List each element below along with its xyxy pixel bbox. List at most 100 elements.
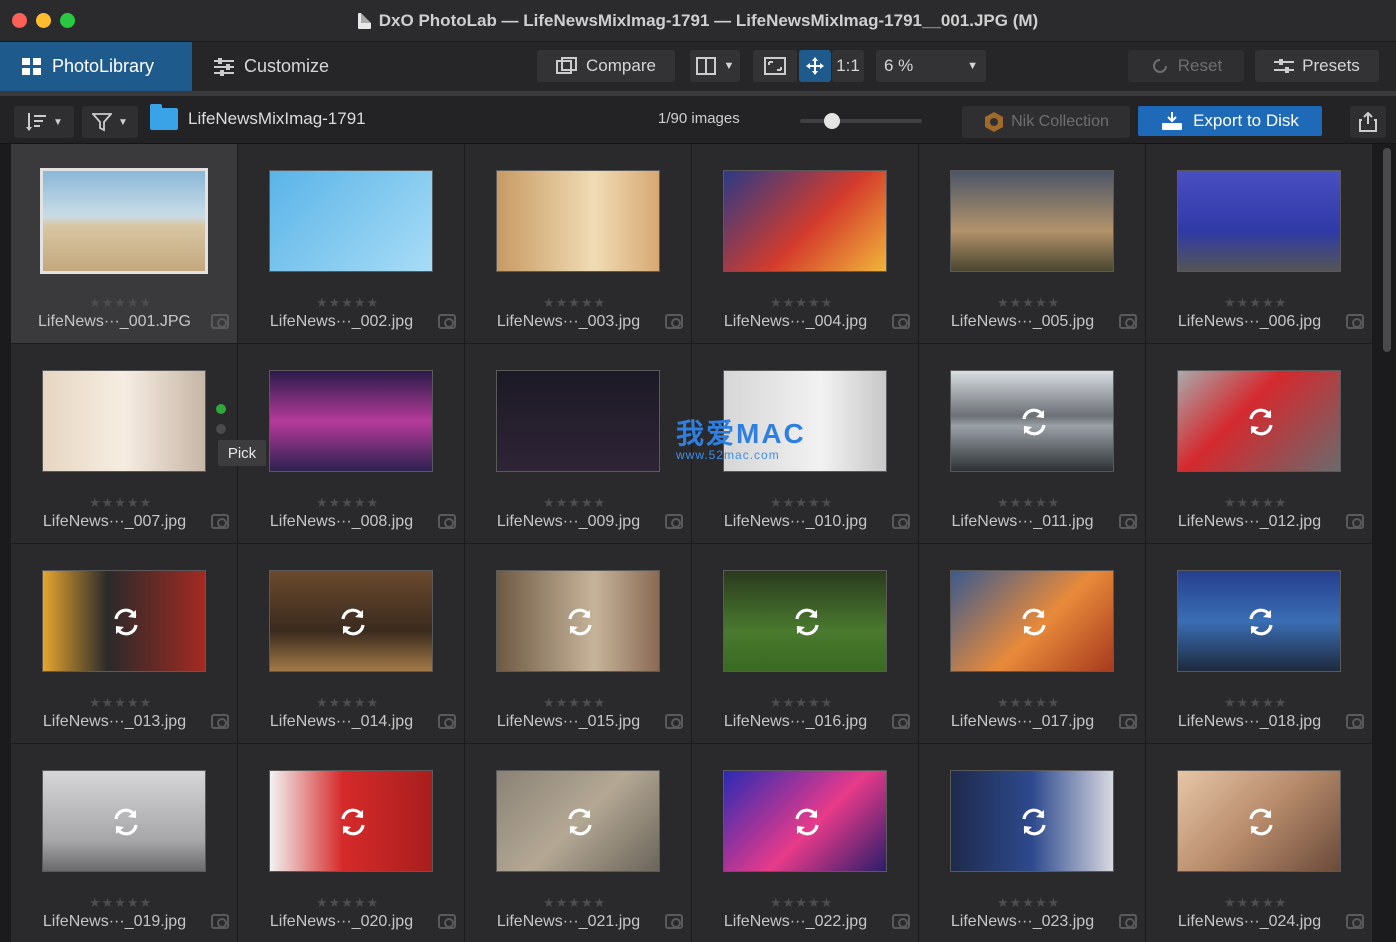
thumbnail-image[interactable] [1177,770,1341,872]
thumbnail-image[interactable] [40,168,208,274]
thumbnail-image[interactable] [42,370,206,472]
star-rating[interactable]: ★★★★★ [543,295,606,311]
thumbnail-cell[interactable]: ★★★★★ LifeNews···_009.jpg [465,344,692,544]
thumbnail-preview [951,171,1113,271]
star-rating[interactable]: ★★★★★ [770,695,833,711]
move-tool-button[interactable] [799,50,831,82]
grid-scrollbar[interactable] [1383,148,1391,352]
thumbnail-image[interactable] [496,570,660,672]
star-rating[interactable]: ★★★★★ [316,895,379,911]
thumbnail-image[interactable] [42,570,206,672]
star-rating[interactable]: ★★★★★ [543,695,606,711]
star-rating[interactable]: ★★★★★ [89,895,152,911]
star-rating[interactable]: ★★★★★ [770,895,833,911]
thumbnail-cell[interactable]: ★★★★★ LifeNews···_016.jpg [692,544,919,744]
star-rating[interactable]: ★★★★★ [316,495,379,511]
thumbnail-image[interactable] [269,170,433,272]
split-view-dropdown[interactable]: ▼ [690,50,740,82]
pick-status-dot[interactable] [216,404,226,414]
share-button[interactable] [1350,106,1386,138]
star-rating[interactable]: ★★★★★ [1224,895,1287,911]
thumbnail-cell[interactable]: ★★★★★ LifeNews···_022.jpg [692,744,919,942]
thumbnail-image[interactable] [950,170,1114,272]
thumbnail-cell[interactable]: ★★★★★ LifeNews···_013.jpg [11,544,238,744]
zoom-dropdown[interactable]: 6 % ▼ [876,50,986,82]
thumbnail-cell[interactable]: ★★★★★ LifeNews···_011.jpg [919,344,1146,544]
thumbnail-size-slider[interactable] [800,119,922,123]
watermark: 我爱MAC www.52mac.com [676,412,806,462]
thumbnail-image[interactable] [496,170,660,272]
thumbnail-cell[interactable]: ★★★★★ LifeNews···_008.jpg [238,344,465,544]
presets-button[interactable]: Presets [1255,50,1379,82]
thumbnail-image[interactable] [950,570,1114,672]
one-to-one-button[interactable]: 1:1 [832,50,864,82]
thumbnail-cell[interactable]: ★★★★★ LifeNews···_024.jpg [1146,744,1373,942]
processing-refresh-icon [1244,805,1278,839]
reset-button[interactable]: Reset [1128,50,1244,82]
tab-customize[interactable]: Customize [192,42,378,91]
thumbnail-cell[interactable]: ★★★★★ LifeNews···_020.jpg [238,744,465,942]
star-rating[interactable]: ★★★★★ [770,295,833,311]
thumbnail-image[interactable] [723,170,887,272]
thumbnail-cell[interactable]: ★★★★★ LifeNews···_005.jpg [919,144,1146,344]
filter-dropdown[interactable]: ▼ [82,106,138,138]
star-rating[interactable]: ★★★★★ [89,695,152,711]
zoom-value: 6 % [884,56,914,75]
thumbnail-image[interactable] [496,370,660,472]
thumbnail-image[interactable] [496,770,660,872]
thumbnail-image[interactable] [269,570,433,672]
star-rating[interactable]: ★★★★★ [316,295,379,311]
reject-status-dot[interactable] [216,424,226,434]
camera-raw-icon [211,714,229,729]
thumbnail-image[interactable] [42,770,206,872]
pick-tooltip: Pick [218,440,266,466]
thumbnail-image[interactable] [950,770,1114,872]
current-folder[interactable]: LifeNewsMixImag-1791 [150,104,366,130]
thumbnail-image[interactable] [269,770,433,872]
star-rating[interactable]: ★★★★★ [770,495,833,511]
star-rating[interactable]: ★★★★★ [997,695,1060,711]
star-rating[interactable]: ★★★★★ [543,895,606,911]
thumbnail-cell[interactable]: ★★★★★ LifeNews···_018.jpg [1146,544,1373,744]
star-rating[interactable]: ★★★★★ [997,495,1060,511]
thumbnail-cell[interactable]: ★★★★★ LifeNews···_007.jpg [11,344,238,544]
thumbnail-cell[interactable]: ★★★★★ LifeNews···_014.jpg [238,544,465,744]
star-rating[interactable]: ★★★★★ [1224,295,1287,311]
thumbnail-cell[interactable]: ★★★★★ LifeNews···_021.jpg [465,744,692,942]
thumbnail-filename: LifeNews···_013.jpg [42,713,187,730]
thumbnail-cell[interactable]: ★★★★★ LifeNews···_001.JPG [11,144,238,344]
thumbnail-cell[interactable]: ★★★★★ LifeNews···_012.jpg [1146,344,1373,544]
nik-collection-button[interactable]: Nik Collection [962,106,1130,138]
compare-button[interactable]: Compare [537,50,675,82]
thumbnail-cell[interactable]: ★★★★★ LifeNews···_023.jpg [919,744,1146,942]
star-rating[interactable]: ★★★★★ [89,295,152,311]
sort-dropdown[interactable]: ▼ [14,106,74,138]
thumbnail-image[interactable] [950,370,1114,472]
thumbnail-image[interactable] [1177,370,1341,472]
minimize-window-button[interactable] [36,13,51,28]
thumbnail-cell[interactable]: ★★★★★ LifeNews···_004.jpg [692,144,919,344]
export-to-disk-button[interactable]: Export to Disk [1138,106,1322,136]
star-rating[interactable]: ★★★★★ [997,295,1060,311]
thumbnail-cell[interactable]: ★★★★★ LifeNews···_003.jpg [465,144,692,344]
thumbnail-image[interactable] [723,770,887,872]
tab-photolibrary[interactable]: PhotoLibrary [0,42,192,91]
thumbnail-image[interactable] [1177,570,1341,672]
star-rating[interactable]: ★★★★★ [316,695,379,711]
thumbnail-cell[interactable]: ★★★★★ LifeNews···_017.jpg [919,544,1146,744]
thumbnail-image[interactable] [269,370,433,472]
fit-screen-button[interactable] [753,50,797,82]
close-window-button[interactable] [12,13,27,28]
star-rating[interactable]: ★★★★★ [1224,695,1287,711]
thumbnail-cell[interactable]: ★★★★★ LifeNews···_006.jpg [1146,144,1373,344]
star-rating[interactable]: ★★★★★ [997,895,1060,911]
zoom-window-button[interactable] [60,13,75,28]
star-rating[interactable]: ★★★★★ [543,495,606,511]
thumbnail-cell[interactable]: ★★★★★ LifeNews···_015.jpg [465,544,692,744]
star-rating[interactable]: ★★★★★ [1224,495,1287,511]
thumbnail-cell[interactable]: ★★★★★ LifeNews···_019.jpg [11,744,238,942]
thumbnail-image[interactable] [723,570,887,672]
star-rating[interactable]: ★★★★★ [89,495,152,511]
thumbnail-image[interactable] [1177,170,1341,272]
thumbnail-cell[interactable]: ★★★★★ LifeNews···_002.jpg [238,144,465,344]
